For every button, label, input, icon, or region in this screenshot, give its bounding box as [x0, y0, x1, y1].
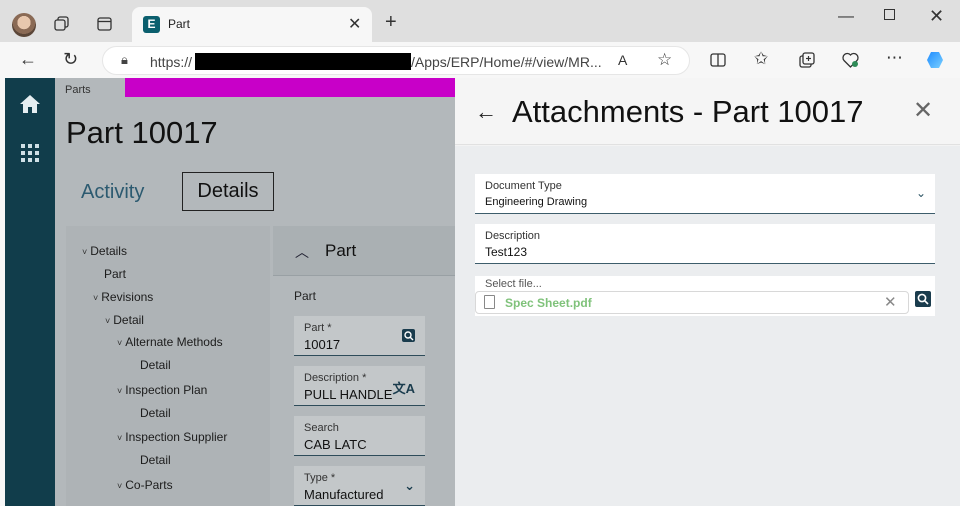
- field-value: Test123: [485, 245, 528, 259]
- favorites-icon[interactable]: ✩: [754, 49, 768, 69]
- field-value: Manufactured: [304, 487, 384, 502]
- tree-item-detail[interactable]: Detail: [140, 406, 171, 420]
- chevron-down-icon: ˅: [117, 481, 123, 491]
- field-label: Document Type: [485, 180, 562, 192]
- more-menu-icon[interactable]: ⋯: [886, 48, 903, 68]
- workspaces-icon[interactable]: [54, 16, 70, 32]
- part-panel: ︿ Part Part Part * 10017 Description * P…: [273, 226, 460, 506]
- home-icon[interactable]: [19, 94, 41, 114]
- field-label: Description: [485, 230, 541, 242]
- file-input[interactable]: Spec Sheet.pdf ✕: [475, 291, 909, 314]
- chevron-down-icon: ˅: [117, 386, 123, 396]
- field-value: CAB LATC: [304, 437, 367, 452]
- chevron-down-icon: ˅: [117, 338, 123, 348]
- document-icon: [484, 295, 495, 309]
- search-icon[interactable]: [915, 291, 931, 307]
- search-icon[interactable]: [402, 329, 415, 342]
- tree-item-inspection-supplier[interactable]: ˅ Inspection Supplier: [117, 430, 227, 444]
- chevron-down-icon: ˅: [82, 247, 88, 257]
- tab-favicon-icon: E: [143, 16, 160, 33]
- url-field[interactable]: 🔒︎ https:// /Apps/ERP/Home/#/view/MR... …: [102, 46, 690, 75]
- tab-title: Part: [168, 17, 191, 31]
- page-title: Part 10017: [66, 115, 218, 150]
- attachments-body: Document Type Engineering Drawing ⌄ Desc…: [455, 146, 960, 506]
- field-value: Engineering Drawing: [485, 196, 588, 208]
- file-label: Select file...: [485, 278, 542, 290]
- read-aloud-icon[interactable]: A︎: [618, 52, 627, 68]
- profile-avatar[interactable]: [12, 13, 36, 37]
- search-field[interactable]: Search CAB LATC: [294, 416, 425, 456]
- tree-item-revisions[interactable]: ˅ Revisions: [93, 290, 153, 304]
- tab-close-icon[interactable]: ✕: [348, 14, 361, 34]
- attachments-panel: ← Attachments - Part 10017 ✕ Document Ty…: [455, 78, 960, 506]
- field-label: Search: [304, 422, 339, 434]
- document-type-select[interactable]: Document Type Engineering Drawing ⌄: [475, 174, 935, 214]
- details-tree: ˅ Details Part ˅ Revisions ˅ Detail ˅ Altern…: [66, 226, 270, 506]
- file-name-link[interactable]: Spec Sheet.pdf: [505, 296, 592, 310]
- attachments-header: ← Attachments - Part 10017 ✕: [455, 78, 960, 145]
- back-icon[interactable]: ←: [19, 49, 37, 70]
- tree-item-alternate-methods[interactable]: ˅ Alternate Methods: [117, 335, 223, 349]
- part-section-title: Part: [325, 241, 357, 260]
- split-screen-icon[interactable]: [710, 53, 726, 67]
- tree-item-detail[interactable]: ˅ Detail: [105, 313, 144, 327]
- type-select[interactable]: Type * Manufactured ⌄: [294, 466, 425, 506]
- breadcrumb[interactable]: Parts: [65, 84, 91, 96]
- browser-essentials-icon[interactable]: [842, 52, 859, 68]
- apps-grid-icon[interactable]: [21, 144, 39, 162]
- url-redaction: [195, 53, 411, 70]
- field-label: Description *: [304, 372, 367, 384]
- tab-actions-icon[interactable]: [97, 17, 112, 31]
- browser-tab[interactable]: E Part ✕: [132, 7, 372, 42]
- field-label: Part *: [304, 322, 332, 334]
- favorite-star-icon[interactable]: ☆: [657, 50, 672, 70]
- part-section-header[interactable]: ︿ Part: [273, 226, 460, 276]
- chevron-down-icon[interactable]: ⌄: [916, 186, 926, 200]
- back-arrow-icon[interactable]: ←: [475, 99, 497, 125]
- chevron-down-icon: ˅: [93, 293, 99, 303]
- refresh-icon[interactable]: ↻: [63, 49, 78, 70]
- copilot-icon[interactable]: [925, 49, 947, 71]
- chevron-down-icon: ˅: [117, 433, 123, 443]
- tree-item-inspection-plan[interactable]: ˅ Inspection Plan: [117, 383, 207, 397]
- description-field[interactable]: Description * PULL HANDLE 文A: [294, 366, 425, 406]
- chevron-down-icon[interactable]: ⌄: [404, 478, 415, 494]
- tab-activity[interactable]: Activity: [81, 181, 144, 204]
- collections-icon[interactable]: [799, 52, 815, 68]
- field-value: PULL HANDLE: [304, 387, 393, 402]
- tree-item-detail[interactable]: Detail: [140, 358, 171, 372]
- maximize-icon[interactable]: [884, 9, 895, 20]
- tree-item-details[interactable]: ˅ Details: [82, 244, 127, 258]
- field-value: 10017: [304, 337, 341, 352]
- close-icon[interactable]: ✕: [913, 96, 933, 125]
- tree-item-detail[interactable]: Detail: [140, 453, 171, 467]
- minimize-icon[interactable]: —: [838, 8, 854, 26]
- part-subheader: Part: [294, 289, 317, 303]
- left-nav: [5, 78, 55, 506]
- attachments-title: Attachments - Part 10017: [512, 94, 864, 129]
- accent-bar: [125, 78, 465, 97]
- file-picker: Select file... Spec Sheet.pdf ✕: [475, 276, 935, 316]
- tab-details[interactable]: Details: [182, 172, 274, 211]
- url-suffix: /Apps/ERP/Home/#/view/MR...: [411, 54, 602, 70]
- window-close-icon[interactable]: ✕: [929, 6, 944, 27]
- chevron-down-icon: ˅: [105, 316, 111, 326]
- translate-icon[interactable]: 文A: [393, 378, 415, 397]
- part-field[interactable]: Part * 10017: [294, 316, 425, 356]
- lock-icon[interactable]: 🔒︎: [121, 52, 128, 68]
- field-label: Type *: [304, 472, 336, 484]
- clear-icon[interactable]: ✕: [884, 293, 897, 311]
- address-bar-row: ← ↻ 🔒︎ https:// /Apps/ERP/Home/#/view/MR…: [0, 42, 960, 78]
- browser-tab-bar: E Part ✕ + — ✕: [0, 0, 960, 42]
- url-prefix: https://: [150, 54, 193, 70]
- description-input[interactable]: Description Test123: [475, 224, 935, 264]
- chevron-up-icon[interactable]: ︿: [295, 242, 309, 262]
- tree-item-co-parts[interactable]: ˅ Co-Parts: [117, 478, 173, 492]
- new-tab-icon[interactable]: +: [385, 11, 397, 34]
- tree-item-part[interactable]: Part: [104, 267, 126, 281]
